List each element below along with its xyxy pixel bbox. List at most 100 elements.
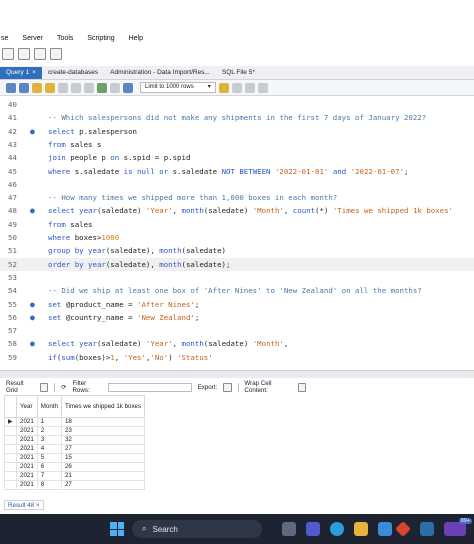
code-line[interactable]: 52 order by year(saledate), month(saledat… [0,257,474,271]
code-line[interactable]: 46 [0,178,474,191]
invisible-chars-icon[interactable] [257,82,268,93]
table-cell[interactable]: 2 [36,426,62,436]
result-grid-label[interactable]: Result Grid [6,380,34,394]
table-cell[interactable]: 15 [60,453,146,463]
table-cell[interactable]: 2021 [16,426,38,436]
code-line[interactable]: 41 -- Which salespersons did not make any… [0,111,474,124]
edge-icon[interactable] [330,522,344,536]
menu-item[interactable]: Help [129,35,143,42]
workbench-icon[interactable] [420,522,434,536]
table-cell[interactable]: 27 [60,480,146,490]
table-cell[interactable]: 21 [60,471,146,481]
table-cell[interactable]: 7 [36,471,62,481]
table-cell[interactable]: 2021 [16,462,38,472]
store-icon[interactable] [378,522,392,536]
code-line[interactable]: 48 ● select year(saledate) 'Year', month(s… [0,204,474,217]
code-line[interactable]: 47 -- How many times we shipped more than… [0,191,474,204]
code-line[interactable]: 50 where boxes>1000 [0,231,474,244]
query-tab[interactable]: Administration - Data Import/Res... [104,67,216,79]
filter-rows-input[interactable] [108,382,192,392]
close-icon[interactable]: × [36,502,40,509]
sql-editor[interactable]: 40 41 -- Which salespersons did not make a… [0,98,474,366]
toggle-continue-icon[interactable] [84,82,94,93]
app-icon[interactable] [444,522,466,536]
open-file-icon[interactable] [18,48,30,60]
table-cell[interactable]: 26 [60,462,146,472]
table-row[interactable]: 2021 3 32 [4,435,146,445]
inspect-icon[interactable] [34,48,46,60]
table-cell[interactable]: 8 [36,480,62,490]
export-label[interactable]: Export: [198,384,218,391]
table-cell[interactable]: 2021 [16,444,38,454]
code-line[interactable]: 45 where s.saledate is null or s.saledate… [0,165,474,178]
task-view-icon[interactable] [282,522,296,536]
menu-item[interactable]: se [1,35,8,42]
rollback-icon[interactable] [110,82,120,93]
table-row[interactable]: 2021 4 27 [4,444,146,454]
table-cell[interactable]: 23 [60,426,146,436]
table-cell[interactable]: 5 [36,453,62,463]
execute-current-icon[interactable] [45,82,55,93]
code-line[interactable]: 57 [0,324,474,337]
table-cell[interactable]: 4 [36,444,62,454]
code-line[interactable]: 53 [0,271,474,284]
table-cell[interactable]: 3 [36,435,62,445]
teams-icon[interactable] [306,522,320,536]
table-cell[interactable]: 27 [60,444,146,454]
windows-start-icon[interactable] [110,522,124,536]
panel-splitter[interactable] [0,370,474,378]
grid-icon[interactable] [40,382,49,392]
code-line[interactable]: 58 ● select year(saledate) 'Year', month(s… [0,337,474,350]
autocommit-icon[interactable] [123,82,133,93]
result-tab[interactable]: Result 48 × [4,500,44,510]
wrap-cell-icon[interactable] [297,382,307,392]
table-row[interactable]: ▶ 2021 1 18 [4,417,146,427]
table-cell[interactable]: 2021 [16,453,38,463]
code-line[interactable]: 42 ● select p.salesperson [0,125,474,138]
query-tab[interactable]: Query 1 × [0,67,42,79]
table-cell[interactable]: 1 [36,417,62,427]
beautify-icon[interactable] [218,82,229,93]
table-cell[interactable]: 6 [36,462,62,472]
code-line[interactable]: 55 ● set @product_name = 'After Nines'; [0,298,474,311]
export-icon[interactable] [223,382,232,392]
menu-item[interactable]: Scripting [87,35,114,42]
code-line[interactable]: 56 ● set @country_name = 'New Zealand'; [0,311,474,324]
table-row[interactable]: 2021 2 23 [4,426,146,436]
code-line[interactable]: 59 if(sum(boxes)>1, 'Yes','No') 'Status' [0,351,474,364]
row-limit-select[interactable]: Limit to 1000 rows ▾ [140,82,216,93]
execute-icon[interactable] [32,82,42,93]
column-header[interactable]: Times we shipped 1k boxes [60,395,146,418]
refresh-icon[interactable]: ⟳ [61,384,66,391]
stop-icon[interactable] [71,82,81,93]
table-cell[interactable]: 32 [60,435,146,445]
find-icon[interactable] [231,82,242,93]
table-cell[interactable]: 2021 [16,480,38,490]
code-line[interactable]: 40 [0,98,474,111]
taskbar-search[interactable]: ⌕ Search [132,520,262,538]
table-cell[interactable]: 2021 [16,435,38,445]
commit-icon[interactable] [97,82,107,93]
table-row[interactable]: 2021 6 26 [4,462,146,472]
git-icon[interactable] [395,521,411,537]
code-line[interactable]: 44 join people p on s.spid = p.spid [0,151,474,164]
table-cell[interactable]: 18 [60,417,146,427]
table-row[interactable]: 2021 7 21 [4,471,146,481]
table-row[interactable]: 2021 8 27 [4,480,146,490]
close-icon[interactable]: × [32,69,36,76]
table-row[interactable]: 2021 5 15 [4,453,146,463]
code-line[interactable]: 54 -- Did we ship at least one box of 'Af… [0,284,474,297]
reconnect-icon[interactable] [50,48,62,60]
open-script-icon[interactable] [6,82,16,93]
code-line[interactable]: 51 group by year(saledate), month(saledat… [0,244,474,257]
menu-item[interactable]: Server [22,35,43,42]
code-line[interactable]: 49 from sales [0,218,474,231]
explain-icon[interactable] [58,82,68,93]
file-explorer-icon[interactable] [354,522,368,536]
menu-item[interactable]: Tools [57,35,73,42]
query-tab[interactable]: create-databases [42,67,104,79]
wrap-icon[interactable] [244,82,255,93]
query-tab[interactable]: SQL File 5* [216,67,261,79]
new-connection-icon[interactable] [2,48,14,60]
save-script-icon[interactable] [19,82,29,93]
